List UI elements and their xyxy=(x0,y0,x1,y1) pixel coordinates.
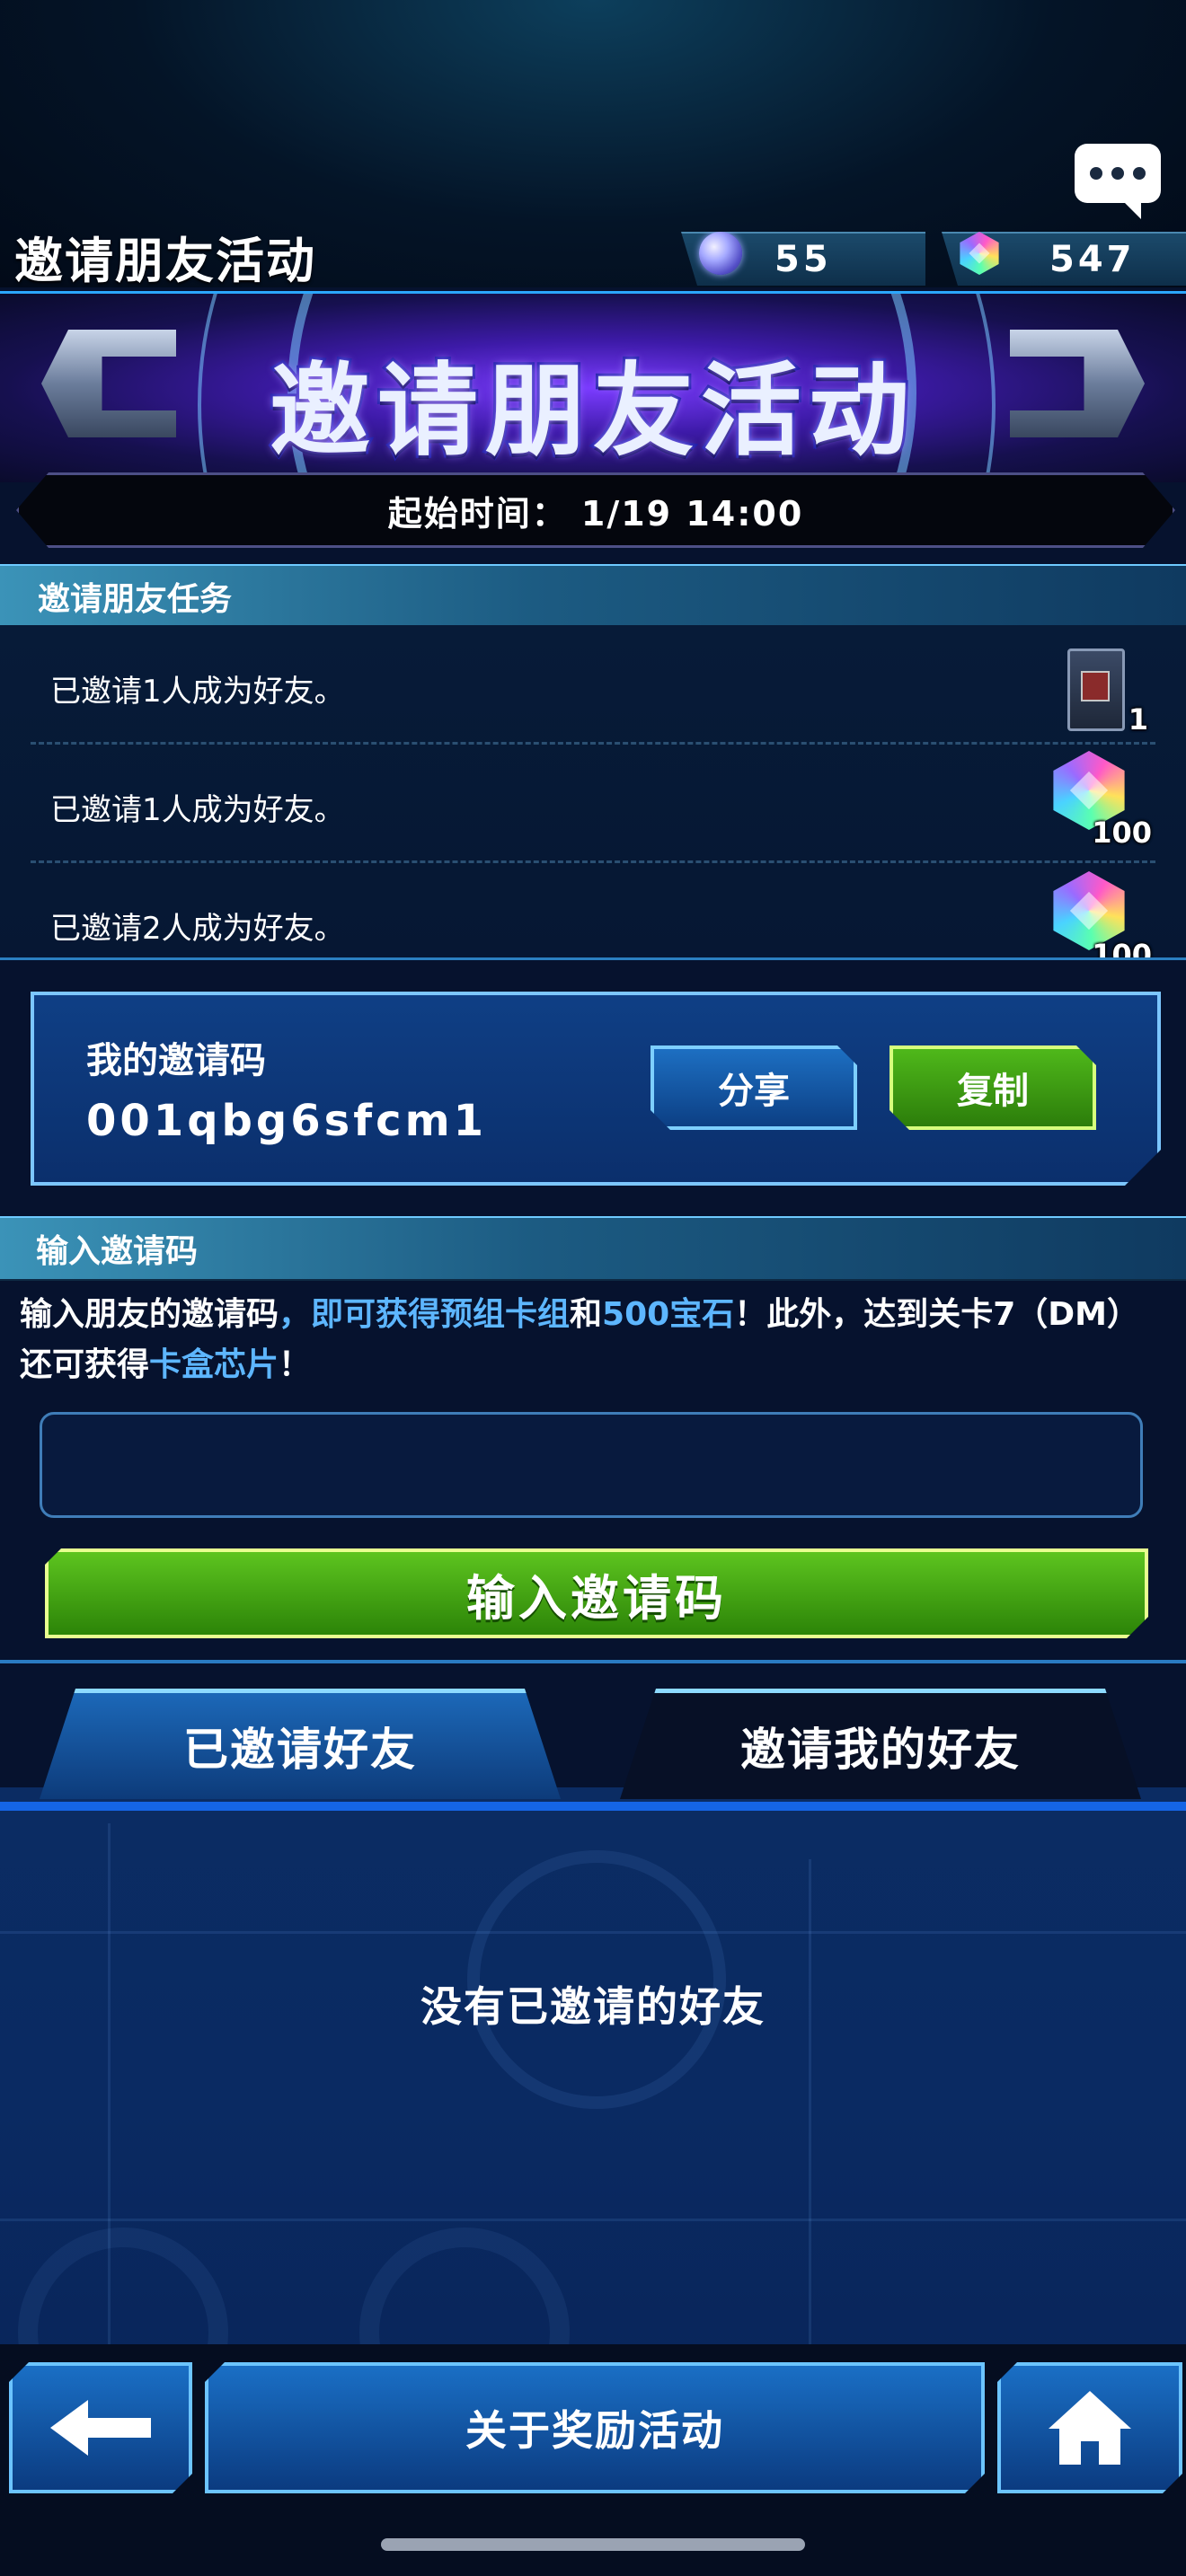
reward-qty: 1 xyxy=(1128,702,1148,737)
desc-part: 输入朋友的邀请码 xyxy=(20,1296,279,1333)
page-title: 邀请朋友活动 xyxy=(14,233,316,289)
tab-invited-friends[interactable]: 已邀请好友 xyxy=(40,1689,561,1799)
invite-code-input[interactable] xyxy=(40,1412,1143,1518)
enter-code-button[interactable]: 输入邀请码 xyxy=(45,1548,1148,1638)
home-button[interactable] xyxy=(997,2362,1182,2493)
tab-inviter-friends[interactable]: 邀请我的好友 xyxy=(620,1689,1141,1799)
back-button[interactable] xyxy=(9,2362,192,2493)
desc-highlight-deck: ，即可获得预组卡组 xyxy=(279,1296,571,1333)
my-code-label: 我的邀请码 xyxy=(86,1040,266,1081)
about-reward-label: 关于奖励活动 xyxy=(465,2406,724,2455)
reward-qty: 100 xyxy=(1092,938,1152,960)
home-icon xyxy=(1047,2387,1133,2468)
chat-icon[interactable] xyxy=(1075,144,1161,203)
copy-button[interactable]: 复制 xyxy=(890,1045,1096,1130)
gem-icon xyxy=(960,232,999,275)
back-arrow-icon xyxy=(47,2396,155,2459)
divider xyxy=(0,1660,1186,1663)
event-banner: 邀请朋友活动 xyxy=(0,291,1186,482)
list-item: 已邀请1人成为好友。 1 xyxy=(31,625,1155,745)
about-reward-button[interactable]: 关于奖励活动 xyxy=(205,2362,985,2493)
start-time: 起始时间： 1/19 14:00 xyxy=(16,472,1175,548)
desc-highlight-gems: 500宝石 xyxy=(602,1296,735,1333)
orb-count: 55 xyxy=(774,239,832,280)
gem-count: 547 xyxy=(1049,239,1136,280)
enter-code-heading: 输入邀请码 xyxy=(0,1216,1186,1281)
desc-part: ！ xyxy=(279,1346,312,1383)
list-item: 已邀请1人成为好友。 100 xyxy=(31,744,1155,863)
gem-counter: 547 xyxy=(942,232,1186,286)
mission-text: 已邀请1人成为好友。 xyxy=(50,792,345,828)
my-code-value: 001qbg6sfcm1 xyxy=(86,1096,487,1146)
enter-code-description: 输入朋友的邀请码，即可获得预组卡组和500宝石！此外，达到关卡7（DM）还可获得… xyxy=(20,1290,1170,1390)
mission-text: 已邀请1人成为好友。 xyxy=(50,674,345,710)
reward-qty: 100 xyxy=(1092,816,1152,850)
orb-icon xyxy=(699,232,742,275)
share-button[interactable]: 分享 xyxy=(651,1045,857,1130)
desc-part: 和 xyxy=(570,1296,603,1333)
my-invite-code-panel: 我的邀请码 001qbg6sfcm1 分享 复制 xyxy=(31,992,1161,1186)
missions-list[interactable]: 已邀请1人成为好友。 1 已邀请1人成为好友。 100 已邀请2人成为好友。 1… xyxy=(0,625,1186,960)
mission-text: 已邀请2人成为好友。 xyxy=(50,911,345,947)
missions-heading: 邀请朋友任务 xyxy=(0,564,1186,629)
orb-counter: 55 xyxy=(681,232,925,286)
desc-highlight-chip: 卡盒芯片 xyxy=(149,1346,279,1383)
banner-title: 邀请朋友活动 xyxy=(267,350,916,472)
missions-heading-label: 邀请朋友任务 xyxy=(38,581,233,618)
list-item: 已邀请2人成为好友。 100 xyxy=(31,862,1155,960)
home-indicator[interactable] xyxy=(381,2538,805,2551)
empty-list-message: 没有已邀请的好友 xyxy=(420,1982,766,2031)
tab-underline xyxy=(0,1802,1186,1811)
card-pack-icon xyxy=(1067,648,1125,731)
enter-code-heading-label: 输入邀请码 xyxy=(36,1233,199,1270)
